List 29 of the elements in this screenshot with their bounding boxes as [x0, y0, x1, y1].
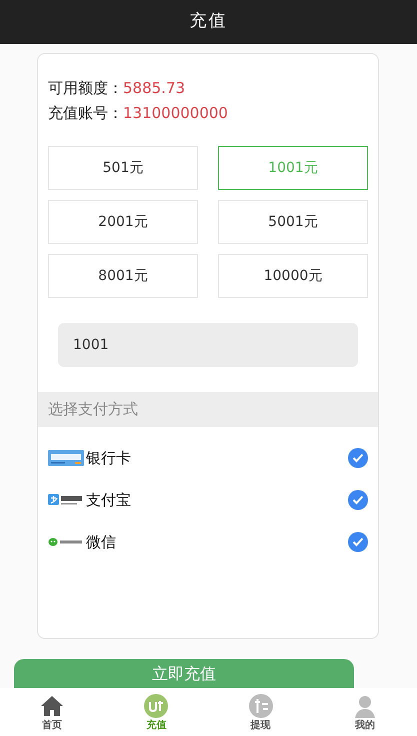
amount-input-field[interactable]: 1001: [58, 323, 358, 367]
payment-method-label[interactable]: 支付宝: [86, 488, 131, 512]
checkmark-icon[interactable]: [348, 532, 368, 552]
amount-option[interactable]: 2001元: [48, 200, 198, 244]
bank-card-logo-icon: [48, 450, 84, 466]
field-value: 5885.73: [123, 79, 186, 97]
field-label: 充值账号：: [48, 104, 123, 122]
person-icon: [352, 694, 377, 718]
checkmark-icon[interactable]: [348, 490, 368, 510]
payment-method-label[interactable]: 银行卡: [86, 446, 131, 470]
amount-option[interactable]: 5001元: [218, 200, 368, 244]
field-value: 13100000000: [123, 104, 228, 122]
nav-tab[interactable]: 提现: [250, 718, 271, 733]
house-icon: [40, 694, 64, 718]
checkmark-icon[interactable]: [348, 448, 368, 468]
round-badge-icon: [248, 694, 273, 718]
nav-tab[interactable]: 首页: [42, 718, 62, 733]
page-title: 充值: [190, 10, 228, 34]
nav-tab[interactable]: 充值: [146, 718, 166, 733]
amount-option[interactable]: 10000元: [218, 254, 368, 298]
payment-method-label[interactable]: 微信: [86, 530, 116, 554]
payment-logo-icon: [48, 493, 84, 507]
nav-tab[interactable]: 我的: [354, 718, 375, 733]
field-label: 可用额度：: [48, 79, 123, 97]
wechat-pay-logo-icon: [48, 537, 84, 547]
amount-option[interactable]: 8001元: [48, 254, 198, 298]
amount-option[interactable]: 501元: [48, 146, 198, 190]
section-title: 选择支付方式: [48, 399, 138, 420]
round-badge-icon: [144, 694, 168, 718]
